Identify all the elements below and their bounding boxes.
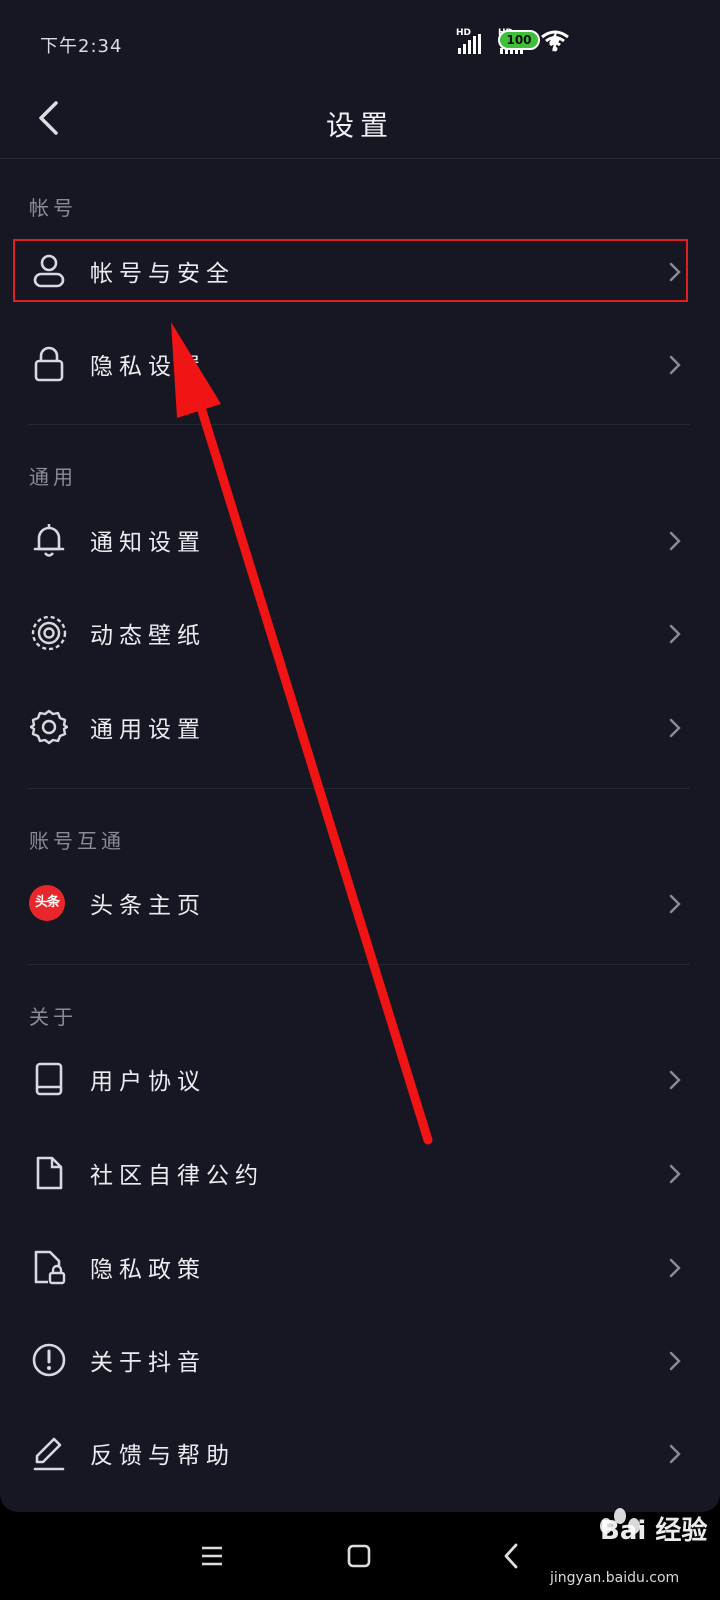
status-time: 下午2:34 [40,36,123,57]
chevron-right-icon [669,1351,681,1371]
settings-item-label: 隐私设置 [90,354,206,380]
section-title-account: 帐号 [29,196,77,220]
section-title-about: 关于 [29,1005,77,1029]
settings-item-feedback-help[interactable]: 反馈与帮助 [0,1410,720,1496]
settings-item-label: 头条主页 [90,893,206,919]
chevron-right-icon [669,718,681,738]
settings-item-label: 动态壁纸 [90,623,206,649]
chevron-right-icon [669,1070,681,1090]
privacy-document-icon [34,1250,66,1285]
chevron-right-icon [669,624,681,644]
book-icon [35,1062,63,1096]
divider [28,424,690,425]
chevron-right-icon [669,1164,681,1184]
settings-item-toutiao-homepage[interactable]: 头条主页 [0,860,720,946]
lock-icon [34,346,64,382]
back-nav-icon[interactable] [490,1534,534,1578]
battery-indicator: 100 [498,30,540,50]
section-title-general: 通用 [29,465,77,489]
settings-item-community-convention[interactable]: 社区自律公约 [0,1130,720,1216]
annotation-highlight-box [13,239,688,302]
settings-item-label: 通知设置 [90,530,206,556]
settings-item-label: 用户协议 [90,1069,206,1095]
page-title: 设置 [325,109,394,142]
chevron-right-icon [669,1258,681,1278]
settings-item-user-agreement[interactable]: 用户协议 [0,1036,720,1122]
live-wallpaper-icon [31,615,67,651]
watermark-text: Bai 经验 [600,1516,708,1546]
signal-icon-1: HD [456,28,488,54]
charging-icon [549,30,561,52]
settings-item-label: 通用设置 [90,717,206,743]
settings-item-notifications[interactable]: 通知设置 [0,497,720,583]
info-icon [32,1343,66,1377]
settings-item-label: 隐私政策 [90,1257,206,1283]
chevron-right-icon [669,355,681,375]
gear-icon [30,709,68,745]
settings-item-label: 社区自律公约 [90,1163,264,1189]
settings-item-general[interactable]: 通用设置 [0,684,720,770]
status-bar: 下午2:34 HD HD 100 [0,0,720,80]
divider [28,788,690,789]
menu-icon[interactable] [190,1534,234,1578]
settings-item-live-wallpaper[interactable]: 动态壁纸 [0,590,720,676]
settings-item-label: 反馈与帮助 [90,1443,235,1469]
chevron-right-icon [669,1444,681,1464]
toutiao-logo: 头条 [29,885,65,921]
chevron-right-icon [669,531,681,551]
divider [28,964,690,965]
chevron-right-icon [669,894,681,914]
document-icon [36,1156,63,1190]
watermark-url: jingyan.baidu.com [550,1570,680,1586]
header: 设置 [0,80,720,159]
pen-icon [33,1437,65,1471]
section-title-linked-accounts: 账号互通 [29,829,125,853]
bell-icon [33,524,65,557]
settings-item-privacy-policy[interactable]: 隐私政策 [0,1224,720,1310]
home-icon[interactable] [337,1534,381,1578]
settings-item-about-douyin[interactable]: 关于抖音 [0,1317,720,1403]
settings-item-privacy[interactable]: 隐私设置 [0,321,720,407]
settings-screen: 下午2:34 HD HD 100 [0,0,720,1512]
settings-item-label: 关于抖音 [90,1350,206,1376]
